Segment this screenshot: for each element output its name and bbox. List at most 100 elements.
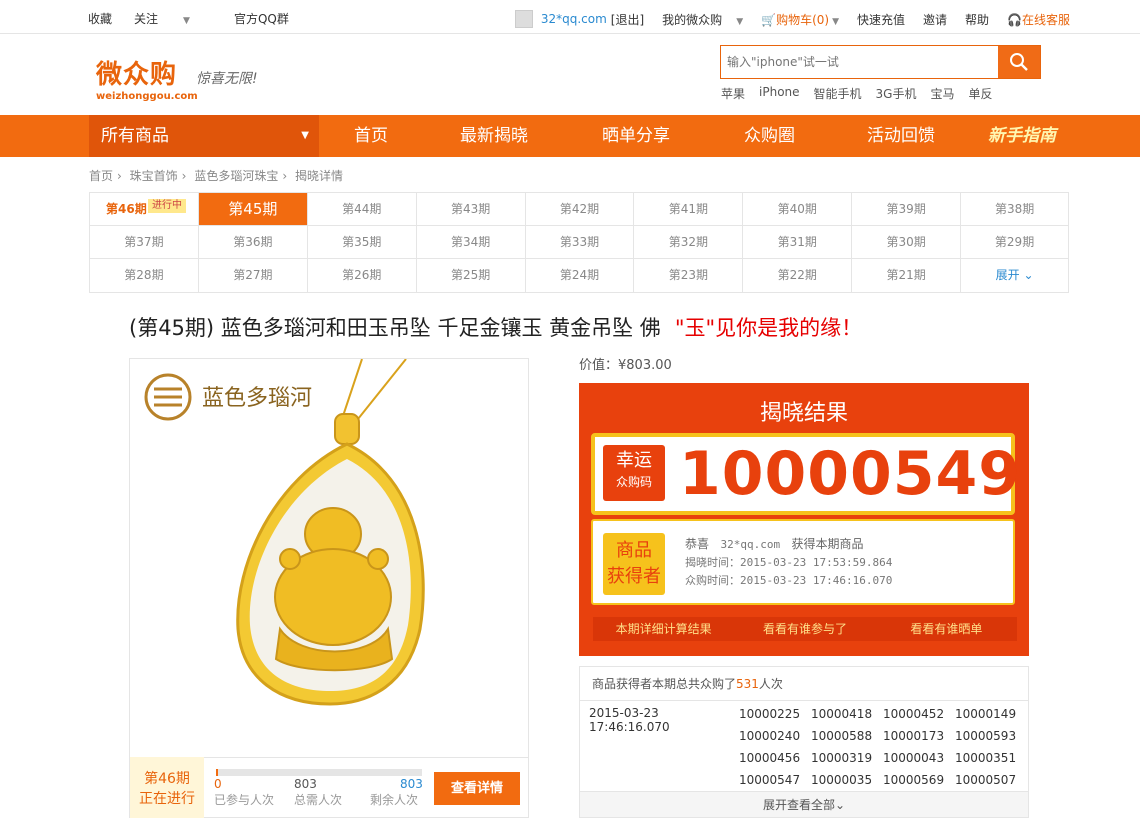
period-item[interactable]: 第27期: [199, 259, 308, 292]
period-item[interactable]: 第28期: [90, 259, 199, 292]
participants-button[interactable]: 看看有谁参与了: [734, 617, 876, 641]
chevron-down-icon: ▼: [736, 16, 744, 27]
top-links-right: 32*qq.com [退出] 我的微众购 ▼ 🛒购物车(0) ▼ 快速充值 邀请 帮…: [497, 10, 1070, 28]
period-item[interactable]: 第39期: [852, 193, 962, 225]
chevron-down-icon: ▼: [301, 130, 309, 141]
winner-info: 恭喜 32*qq.com 获得本期商品 揭晓时间：2015-03-23 17:5…: [685, 535, 892, 590]
all-products-menu[interactable]: 所有商品 ▼: [89, 115, 319, 157]
username-link[interactable]: 32*qq.com: [541, 12, 607, 26]
nav-rewards[interactable]: 活动回馈: [867, 115, 935, 157]
period-item[interactable]: 第37期: [90, 226, 199, 258]
hot-keywords: 苹果 iPhone 智能手机 3G手机 宝马 单反: [721, 85, 1007, 102]
period-item[interactable]: 第31期: [743, 226, 853, 258]
breadcrumb: 首页 › 珠宝首饰 › 蓝色多瑙河珠宝 › 揭晓详情: [89, 169, 343, 183]
winner-purchases: 商品获得者本期总共众购了531人次 2015-03-23 17:46:16.07…: [579, 666, 1029, 818]
purchases-header: 商品获得者本期总共众购了531人次: [580, 667, 1028, 701]
top-bar: 收藏 关注 ▼ 官方QQ群 32*qq.com [退出] 我的微众购 ▼ 🛒购物车(…: [0, 0, 1140, 34]
search-icon: [1010, 53, 1028, 71]
winner-box: 商品 获得者 恭喜 32*qq.com 获得本期商品 揭晓时间：2015-03-2…: [591, 519, 1015, 605]
result-heading: 揭晓结果: [759, 401, 848, 426]
nav-share[interactable]: 晒单分享: [602, 115, 670, 157]
lucky-code-box: 幸运 众购码 10000549: [591, 433, 1020, 515]
brand-logo-icon: [144, 373, 192, 421]
buy-time: 众购时间：2015-03-23 17:46:16.070: [685, 574, 893, 587]
nav-circle[interactable]: 众购圈: [744, 115, 795, 157]
hot-keyword[interactable]: 3G手机: [876, 85, 917, 102]
next-period-bar: 第46期 正在进行 0 803 803 已参与人次 总需人次 剩余人次 查看详情: [129, 757, 529, 818]
period-current[interactable]: 第45期: [198, 193, 308, 225]
period-item[interactable]: 第32期: [634, 226, 744, 258]
breadcrumb-item[interactable]: 珠宝首饰: [130, 169, 178, 183]
period-item[interactable]: 第35期: [308, 226, 417, 258]
lucky-code-label: 幸运 众购码: [603, 445, 665, 501]
product-price: 价值：¥803.00: [579, 358, 672, 373]
search-button[interactable]: [998, 46, 1040, 78]
winner-label: 商品 获得者: [603, 533, 665, 595]
period-item[interactable]: 第23期: [634, 259, 744, 292]
period-item[interactable]: 第21期: [852, 259, 962, 292]
period-item[interactable]: 第30期: [852, 226, 962, 258]
help-link[interactable]: 帮助: [965, 11, 989, 28]
period-item[interactable]: 第42期: [526, 193, 635, 225]
calc-details-button[interactable]: 本期详细计算结果: [593, 617, 735, 641]
hot-keyword[interactable]: iPhone: [759, 85, 800, 102]
winner-username-link[interactable]: 32*qq.com: [720, 538, 780, 551]
period-next[interactable]: 第46期 进行中: [90, 193, 199, 225]
invite-link[interactable]: 邀请: [923, 11, 947, 28]
nav-home[interactable]: 首页: [354, 115, 388, 157]
avatar: [514, 10, 533, 28]
recharge-link[interactable]: 快速充值: [857, 11, 905, 28]
nav-guide[interactable]: 新手指南: [988, 115, 1056, 157]
reveal-time: 揭晓时间：2015-03-23 17:53:59.864: [685, 556, 893, 569]
logout-link[interactable]: [退出]: [611, 11, 644, 28]
product-image[interactable]: 蓝色多瑙河: [129, 358, 529, 758]
chevron-down-icon: ▼: [183, 16, 190, 26]
result-panel: 揭晓结果 幸运 众购码 10000549 商品 获得者 恭喜 32*qq.com 获…: [579, 383, 1029, 656]
period-item[interactable]: 第43期: [417, 193, 526, 225]
share-orders-button[interactable]: 看看有谁晒单: [875, 617, 1017, 641]
period-item[interactable]: 第29期: [961, 226, 1068, 258]
my-account-link[interactable]: 我的微众购 ▼: [662, 11, 743, 28]
period-item[interactable]: 第24期: [526, 259, 635, 292]
hot-keyword[interactable]: 苹果: [721, 85, 745, 102]
favorite-link[interactable]: 收藏: [88, 10, 112, 27]
period-item[interactable]: 第33期: [526, 226, 635, 258]
period-item[interactable]: 第26期: [308, 259, 417, 292]
period-item[interactable]: 第34期: [417, 226, 526, 258]
main-nav: 所有商品 ▼ 首页 最新揭晓 晒单分享 众购圈 活动回馈 新手指南: [0, 115, 1140, 157]
search-input[interactable]: [721, 46, 998, 78]
expand-all-button[interactable]: 展开查看全部⌄: [580, 791, 1028, 817]
chevron-down-icon: ⌄: [834, 798, 846, 812]
purchases-table: 2015-03-23 17:46:16.070 10000225 1000041…: [589, 703, 1027, 791]
progress-fill: [216, 769, 219, 776]
period-item[interactable]: 第40期: [743, 193, 853, 225]
cart-link[interactable]: 🛒购物车(0) ▼: [761, 11, 839, 28]
qq-group-link[interactable]: 官方QQ群: [234, 10, 289, 27]
online-service-link[interactable]: 🎧在线客服: [1007, 11, 1070, 28]
pendant-image: 蓝色多瑙河: [144, 359, 425, 706]
table-row: 2015-03-23 17:46:16.070 10000225 1000041…: [589, 703, 1027, 734]
headset-icon: 🎧: [1007, 12, 1022, 27]
hot-keyword[interactable]: 智能手机: [814, 85, 862, 102]
nav-latest[interactable]: 最新揭晓: [460, 115, 528, 157]
result-buttons: 本期详细计算结果 看看有谁参与了 看看有谁晒单: [593, 617, 1017, 641]
hot-keyword[interactable]: 单反: [969, 85, 993, 102]
period-item[interactable]: 第36期: [199, 226, 308, 258]
cart-icon: 🛒: [761, 12, 777, 27]
period-item[interactable]: 第25期: [417, 259, 526, 292]
follow-link[interactable]: 关注 ▼: [134, 10, 212, 27]
site-logo[interactable]: 微众购 weizhonggou.com 惊喜无限!: [96, 54, 258, 102]
view-details-button[interactable]: 查看详情: [434, 772, 520, 805]
period-item[interactable]: 第41期: [634, 193, 744, 225]
status-badge: 进行中: [148, 199, 186, 213]
breadcrumb-item[interactable]: 蓝色多瑙河珠宝: [194, 169, 278, 183]
expand-periods-button[interactable]: 展开 ⌄: [961, 259, 1068, 292]
next-period-status[interactable]: 第46期 正在进行: [130, 757, 204, 818]
period-item[interactable]: 第38期: [961, 193, 1068, 225]
product-title: (第45期) 蓝色多瑙河和田玉吊坠 千足金镶玉 黄金吊坠 佛 "玉"见你是我的缘！: [129, 316, 863, 340]
breadcrumb-item[interactable]: 首页: [89, 169, 113, 183]
period-item[interactable]: 第44期: [308, 193, 417, 225]
header: 微众购 weizhonggou.com 惊喜无限! 苹果 iPhone 智能手机…: [0, 34, 1140, 115]
period-item[interactable]: 第22期: [743, 259, 853, 292]
hot-keyword[interactable]: 宝马: [930, 85, 954, 102]
